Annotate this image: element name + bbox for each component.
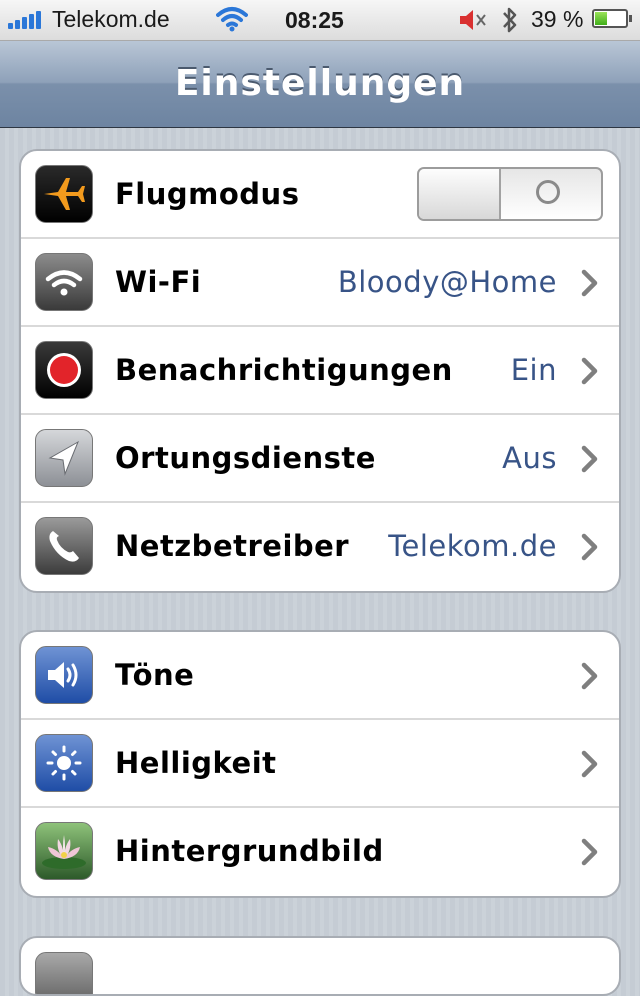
chevron-right-icon [581,269,599,301]
row-helligkeit[interactable]: Helligkeit [21,720,619,808]
clock: 08:25 [285,7,344,33]
row-label: Benachrichtigungen [115,353,453,387]
row-value: Ein [510,353,557,387]
wallpaper-icon [35,822,93,880]
toggle-knob[interactable] [419,169,501,219]
bluetooth-icon [500,5,520,41]
row-label: Ortungsdienste [115,441,376,475]
settings-group-1: Flugmodus Wi-Fi Bloody@Home Benachrichti [19,149,621,593]
chevron-right-icon [581,750,599,782]
row-ortungsdienste[interactable]: Ortungsdienste Aus [21,415,619,503]
airplane-icon [35,165,93,223]
row-hintergrundbild[interactable]: Hintergrundbild [21,808,619,896]
carrier-name: Telekom.de [52,6,170,32]
settings-group-3 [19,936,621,996]
row-value: Telekom.de [388,529,557,563]
chevron-right-icon [581,357,599,389]
row-label: Flugmodus [115,177,300,211]
signal-icon [8,9,41,29]
location-icon [35,429,93,487]
navigation-bar: Einstellungen [0,41,640,128]
battery-level [595,12,608,25]
row-value: Bloody@Home [337,265,557,299]
phone-icon [35,517,93,575]
chevron-right-icon [581,445,599,477]
status-bar: Telekom.de 08:25 39 % [0,0,640,41]
wifi-icon [35,253,93,311]
row-toene[interactable]: Töne [21,632,619,720]
row-value: Aus [502,441,557,475]
flugmodus-toggle[interactable] [417,167,603,221]
battery-percent: 39 % [531,6,584,32]
battery-icon [592,9,632,28]
chevron-right-icon [581,838,599,870]
chevron-right-icon [581,533,599,565]
sound-icon [35,646,93,704]
row-label: Töne [115,658,195,692]
row-label: Hintergrundbild [115,834,384,868]
speaker-muted-icon [458,9,488,37]
general-settings-icon [35,952,93,994]
brightness-icon [35,734,93,792]
page-title: Einstellungen [174,63,466,104]
row-benachrichtigungen[interactable]: Benachrichtigungen Ein [21,327,619,415]
wifi-icon [216,6,248,38]
notifications-icon [35,341,93,399]
row-wifi[interactable]: Wi-Fi Bloody@Home [21,239,619,327]
toggle-off-indicator [536,180,560,204]
chevron-right-icon [581,662,599,694]
row-label: Netzbetreiber [115,529,350,563]
row-label: Wi-Fi [115,265,202,299]
settings-group-2: Töne Helligkeit Hintergrundbild [19,630,621,898]
row-label: Helligkeit [115,746,277,780]
row-netzbetreiber[interactable]: Netzbetreiber Telekom.de [21,503,619,591]
row-flugmodus: Flugmodus [21,151,619,239]
